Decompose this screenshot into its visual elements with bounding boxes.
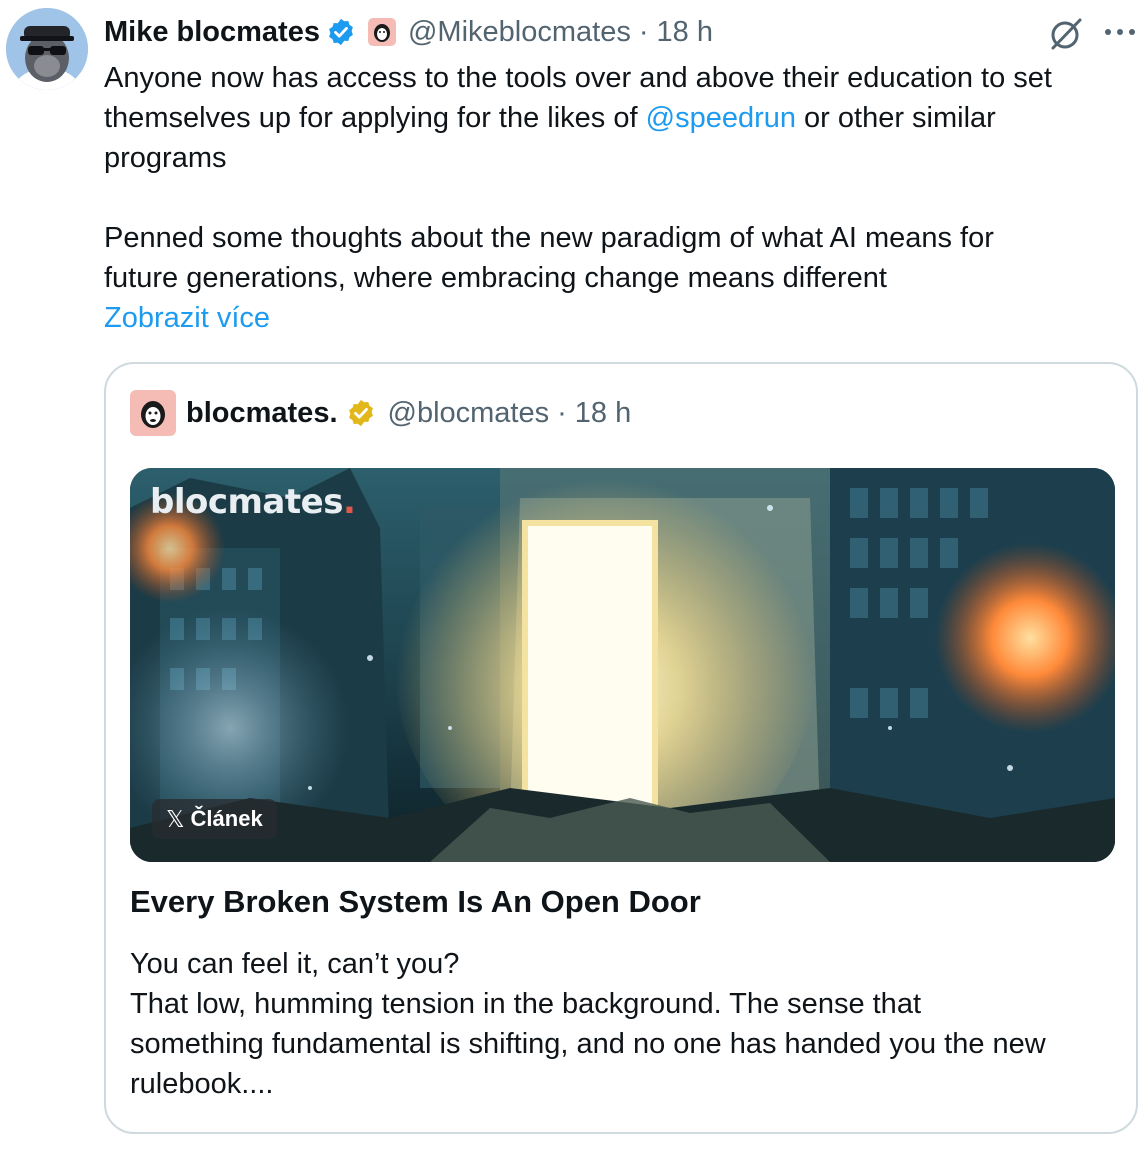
tweet-text-line: future generations, where embracing chan… — [104, 262, 887, 294]
quoted-author-handle[interactable]: @blocmates — [388, 397, 550, 430]
quoted-author-name[interactable]: blocmates. — [186, 397, 338, 430]
separator-dot: · — [557, 396, 567, 429]
x-logo-icon: 𝕏 — [166, 805, 185, 832]
tweet-text-line: Anyone now has access to the tools over … — [104, 62, 1052, 94]
article-label-badge: 𝕏 Článek — [152, 799, 277, 839]
quoted-tweet-timestamp[interactable]: 18 h — [575, 397, 631, 430]
gold-verified-badge-icon[interactable] — [346, 398, 376, 428]
mention-link[interactable]: @speedrun — [646, 102, 796, 134]
ruined-city-portal-illustration — [130, 468, 1115, 862]
article-label-text: Článek — [190, 806, 263, 831]
grok-icon[interactable] — [1046, 14, 1086, 54]
gorilla-avatar-image — [6, 8, 88, 90]
excerpt-line: something fundamental is shifting, and n… — [130, 1028, 1046, 1060]
tweet-header: Mike blocmates @Mikeblocmates · 18 h — [104, 10, 713, 54]
author-name[interactable]: Mike blocmates — [104, 16, 320, 49]
tweet-text-fragment: themselves up for applying for the likes… — [104, 102, 646, 134]
paragraph-break — [104, 178, 1134, 218]
excerpt-line: rulebook.... — [130, 1068, 274, 1100]
media-brand-watermark: blocmates. — [150, 482, 356, 522]
tweet[interactable]: Mike blocmates @Mikeblocmates · 18 h Any… — [0, 0, 1146, 1154]
separator-dot: · — [638, 15, 649, 48]
media-brand-text: blocmates — [150, 482, 343, 522]
tweet-text-fragment: or other similar — [796, 102, 996, 134]
quoted-author-avatar[interactable] — [130, 390, 176, 436]
author-avatar[interactable] — [6, 8, 88, 90]
gorilla-logo-icon — [141, 401, 165, 428]
blue-verified-badge-icon[interactable] — [326, 17, 356, 47]
tweet-timestamp[interactable]: 18 h — [657, 16, 713, 49]
media-brand-dot: . — [342, 482, 356, 522]
tweet-text: Anyone now has access to the tools over … — [104, 58, 1134, 338]
tweet-text-line: Penned some thoughts about the new parad… — [104, 222, 994, 254]
article-cover-image[interactable]: blocmates. 𝕏 Článek — [130, 468, 1115, 862]
excerpt-line: That low, humming tension in the backgro… — [130, 988, 922, 1020]
article-excerpt: You can feel it, can’t you? That low, hu… — [130, 944, 1120, 1104]
quoted-tweet-header: blocmates. @blocmates · 18 h — [130, 390, 631, 436]
affiliate-badge-icon[interactable] — [367, 18, 396, 46]
quoted-tweet-card[interactable]: blocmates. @blocmates · 18 h blocmates. … — [104, 362, 1138, 1134]
article-title[interactable]: Every Broken System Is An Open Door — [130, 884, 701, 920]
author-handle[interactable]: @Mikeblocmates — [408, 16, 631, 49]
more-options-icon[interactable] — [1098, 14, 1142, 50]
show-more-link[interactable]: Zobrazit více — [104, 298, 1134, 338]
tweet-text-line: themselves up for applying for the likes… — [104, 98, 1134, 138]
tweet-text-line: programs — [104, 142, 227, 174]
excerpt-line: You can feel it, can’t you? — [130, 948, 460, 980]
